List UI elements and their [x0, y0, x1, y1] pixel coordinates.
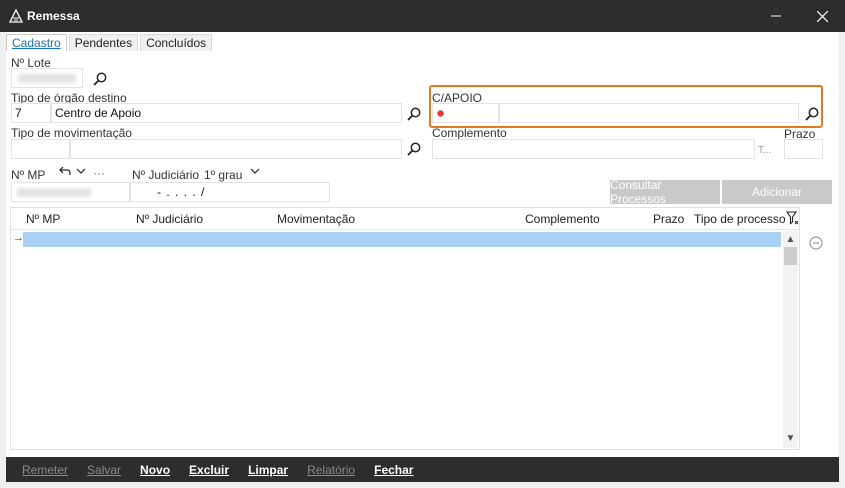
tab-bar: Cadastro Pendentes Concluídos — [6, 34, 214, 51]
tab-concluidos[interactable]: Concluídos — [140, 34, 213, 51]
window-title: Remessa — [27, 9, 80, 23]
capoio-code-field[interactable] — [432, 103, 499, 123]
capoio-name-field[interactable] — [499, 103, 799, 123]
col-prazo[interactable]: Prazo — [653, 212, 684, 226]
excluir-button[interactable]: Excluir — [189, 463, 229, 477]
more-icon[interactable]: ··· — [93, 166, 105, 180]
fechar-button[interactable]: Fechar — [374, 463, 413, 477]
complemento-field[interactable] — [432, 139, 755, 159]
complemento-hint: T... — [758, 145, 772, 156]
tab-cadastro[interactable]: Cadastro — [6, 34, 67, 51]
table-row[interactable]: → — [11, 231, 783, 248]
grid-scrollbar[interactable]: ▲ ▼ — [783, 231, 798, 448]
col-tipo-processo[interactable]: Tipo de processo — [694, 212, 786, 226]
remove-row-icon[interactable] — [809, 236, 823, 250]
scroll-down-icon[interactable]: ▼ — [783, 432, 798, 446]
adicionar-button[interactable]: Adicionar — [722, 180, 832, 204]
tipo-orgao-code-field[interactable]: 7 — [11, 103, 51, 123]
lote-field[interactable] — [11, 68, 83, 88]
minimize-icon — [771, 15, 781, 17]
remeter-button[interactable]: Remeter — [22, 463, 68, 477]
footer-toolbar: Remeter Salvar Novo Excluir Limpar Relat… — [6, 457, 839, 482]
filter-icon[interactable] — [786, 211, 799, 226]
grau-select[interactable]: 1º grau — [204, 168, 242, 182]
tipo-orgao-search-icon[interactable] — [406, 106, 422, 122]
minimize-button[interactable] — [753, 0, 799, 32]
tipo-mov-search-icon[interactable] — [406, 141, 422, 157]
close-button[interactable] — [799, 0, 845, 32]
nmp-label: Nº MP — [11, 168, 46, 182]
undo-icon[interactable] — [59, 166, 71, 176]
col-njudiciario[interactable]: Nº Judiciário — [136, 212, 203, 226]
scroll-up-icon[interactable]: ▲ — [783, 233, 798, 247]
grid-header: Nº MP Nº Judiciário Movimentação Complem… — [11, 208, 799, 230]
relatorio-button[interactable]: Relatório — [307, 463, 355, 477]
njud-label: Nº Judiciário — [132, 168, 200, 182]
tipo-orgao-name-field[interactable]: Centro de Apoio — [51, 103, 402, 123]
lote-search-icon[interactable] — [92, 71, 108, 87]
chevron-down-icon[interactable] — [76, 168, 86, 175]
nmp-field[interactable] — [11, 182, 130, 202]
tipo-mov-label: Tipo de movimentação — [11, 126, 132, 140]
scroll-thumb[interactable] — [784, 247, 797, 265]
required-dot-icon — [437, 110, 444, 117]
tab-pendentes[interactable]: Pendentes — [68, 34, 139, 51]
col-movimentacao[interactable]: Movimentação — [277, 212, 355, 226]
novo-button[interactable]: Novo — [140, 463, 170, 477]
title-bar: Remessa — [0, 0, 845, 32]
tipo-mov-name-field[interactable] — [70, 139, 402, 159]
tipo-mov-code-field[interactable] — [11, 139, 70, 159]
col-complemento[interactable]: Complemento — [525, 212, 600, 226]
app-logo-icon — [9, 9, 23, 23]
selected-row-highlight[interactable] — [23, 232, 781, 247]
processes-grid[interactable]: Nº MP Nº Judiciário Movimentação Complem… — [10, 207, 800, 450]
prazo-field[interactable] — [784, 139, 823, 159]
complemento-label: Complemento — [432, 126, 507, 140]
limpar-button[interactable]: Limpar — [248, 463, 288, 477]
salvar-button[interactable]: Salvar — [87, 463, 121, 477]
capoio-search-icon[interactable] — [804, 106, 820, 122]
grau-chevron-down-icon[interactable] — [250, 168, 260, 175]
njud-field[interactable]: - . . . . / — [130, 182, 330, 202]
close-icon — [816, 10, 828, 22]
col-nmp[interactable]: Nº MP — [26, 212, 60, 226]
consultar-processos-button[interactable]: Consultar Processos — [610, 178, 720, 206]
